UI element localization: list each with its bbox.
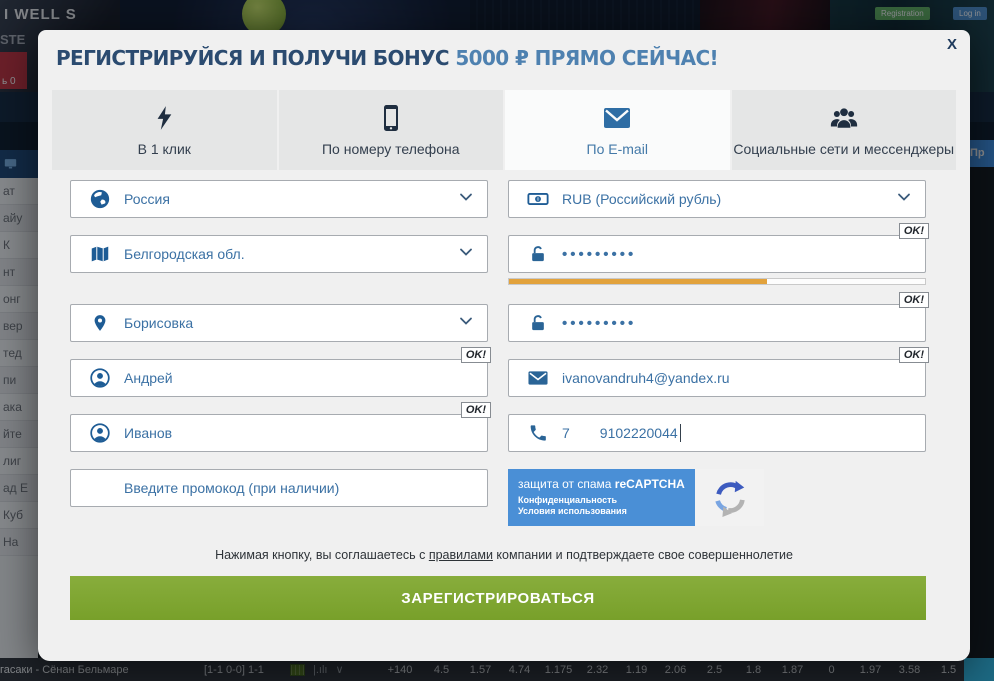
unlock-icon [526, 312, 550, 334]
lightning-icon [153, 104, 175, 132]
password-repeat-value: ••••••••• [562, 316, 636, 331]
last-name-cell: Иванов OK! [70, 414, 488, 452]
promo-placeholder: Введите промокод (при наличии) [124, 480, 339, 496]
unlock-icon [526, 243, 550, 265]
tab-phone[interactable]: По номеру телефона [279, 90, 504, 170]
tab-social[interactable]: Социальные сети и мессенджеры [732, 90, 957, 170]
recaptcha-brand: reCAPTCHA [615, 477, 685, 491]
city-value: Борисовка [124, 315, 193, 331]
recaptcha-widget: защита от спама reCAPTCHA Конфиденциальн… [508, 469, 764, 526]
country-cell: Россия [70, 180, 488, 218]
country-value: Россия [124, 191, 170, 207]
currency-value: RUB (Российский рубль) [562, 191, 721, 207]
recaptcha-prefix: защита от спама [518, 477, 615, 491]
email-cell: ivanovandruh4@yandex.ru OK! [508, 359, 926, 397]
password-repeat-input[interactable]: ••••••••• [508, 304, 926, 342]
tab-label: Социальные сети и мессенджеры [733, 141, 954, 157]
tab-label: По номеру телефона [322, 141, 460, 157]
recaptcha-privacy-link[interactable]: Конфиденциальность [518, 495, 617, 505]
password-strength-bar [508, 278, 926, 285]
register-submit-button[interactable]: ЗАРЕГИСТРИРОВАТЬСЯ [70, 576, 926, 620]
recaptcha-cell: защита от спама reCAPTCHA Конфиденциальн… [508, 469, 926, 526]
currency-cell: 0 RUB (Российский рубль) [508, 180, 926, 218]
region-cell: Белгородская обл. [70, 235, 488, 273]
phone-country-code: 7 [562, 425, 570, 441]
city-cell: Борисовка [70, 304, 488, 342]
password-value: ••••••••• [562, 247, 636, 262]
modal-title: РЕГИСТРИРУЙСЯ И ПОЛУЧИ БОНУС 5000 ₽ ПРЯМ… [56, 46, 952, 70]
phone-cell: 7 9102220044 [508, 414, 926, 452]
region-select[interactable]: Белгородская обл. [70, 235, 488, 273]
title-main: РЕГИСТРИРУЙСЯ И ПОЛУЧИ БОНУС [56, 46, 455, 70]
tab-label: По E-mail [587, 141, 648, 157]
email-value: ivanovandruh4@yandex.ru [562, 370, 730, 386]
chevron-down-icon [896, 189, 912, 210]
smartphone-icon [379, 104, 403, 132]
banknote-icon: 0 [526, 188, 550, 210]
ok-badge: OK! [461, 347, 491, 363]
chevron-down-icon [458, 189, 474, 210]
odds-corner-cell [964, 658, 994, 681]
registration-form: Россия 0 RUB (Российский рубль) [70, 180, 926, 526]
password-input[interactable]: ••••••••• [508, 235, 926, 273]
first-name-value: Андрей [124, 370, 173, 386]
map-icon [88, 243, 112, 265]
tab-one-click[interactable]: В 1 клик [52, 90, 277, 170]
city-select[interactable]: Борисовка [70, 304, 488, 342]
page: I WELL S STE ь 0 Registration Log in Пр … [0, 0, 994, 681]
password-cell: ••••••••• OK! [508, 235, 926, 273]
country-select[interactable]: Россия [70, 180, 488, 218]
recaptcha-terms-link[interactable]: Условия использования [518, 506, 627, 516]
last-name-input[interactable]: Иванов [70, 414, 488, 452]
terms-text: Нажимая кнопку, вы соглашаетесь с [215, 548, 429, 562]
close-icon[interactable]: X [947, 36, 957, 53]
registration-tabs: В 1 клик По номеру телефона По E-mail [52, 90, 956, 170]
recaptcha-links: Конфиденциальность Условия использования [518, 495, 638, 517]
ok-badge: OK! [899, 347, 929, 363]
recaptcha-logo-icon [711, 479, 749, 517]
envelope-icon [526, 369, 550, 387]
ok-badge: OK! [461, 402, 491, 418]
people-icon [829, 104, 859, 132]
email-input[interactable]: ivanovandruh4@yandex.ru [508, 359, 926, 397]
text-cursor [680, 424, 681, 442]
chevron-down-icon [458, 313, 474, 334]
terms-text: компании и подтверждаете свое совершенно… [493, 548, 793, 562]
region-value: Белгородская обл. [124, 246, 245, 262]
location-pin-icon [88, 312, 112, 334]
user-circle-icon [88, 367, 112, 389]
chevron-down-icon [458, 244, 474, 265]
first-name-input[interactable]: Андрей [70, 359, 488, 397]
phone-handset-icon [526, 423, 550, 443]
password-strength-fill [509, 279, 767, 284]
currency-select[interactable]: 0 RUB (Российский рубль) [508, 180, 926, 218]
user-circle-icon [88, 422, 112, 444]
promo-input[interactable]: Введите промокод (при наличии) [70, 469, 488, 507]
phone-number-value: 9102220044 [600, 425, 678, 441]
recaptcha-info: защита от спама reCAPTCHA Конфиденциальн… [508, 469, 695, 526]
promo-cell: Введите промокод (при наличии) [70, 469, 488, 526]
tab-label: В 1 клик [138, 141, 191, 157]
first-name-cell: Андрей OK! [70, 359, 488, 397]
registration-modal: X РЕГИСТРИРУЙСЯ И ПОЛУЧИ БОНУС 5000 ₽ ПР… [38, 30, 970, 661]
recaptcha-logo-box[interactable] [695, 469, 764, 526]
tab-email[interactable]: По E-mail [505, 90, 730, 170]
globe-icon [88, 188, 112, 210]
title-bonus: 5000 ₽ ПРЯМО СЕЙЧАС! [455, 46, 718, 70]
terms-agreement: Нажимая кнопку, вы соглашаетесь с правил… [38, 548, 970, 562]
envelope-icon [602, 104, 632, 132]
phone-input[interactable]: 7 9102220044 [508, 414, 926, 452]
password-repeat-cell: ••••••••• OK! [508, 304, 926, 342]
ok-badge: OK! [899, 223, 929, 239]
rules-link[interactable]: правилами [429, 548, 493, 562]
last-name-value: Иванов [124, 425, 172, 441]
ok-badge: OK! [899, 292, 929, 308]
recaptcha-title: защита от спама reCAPTCHA [518, 477, 685, 491]
